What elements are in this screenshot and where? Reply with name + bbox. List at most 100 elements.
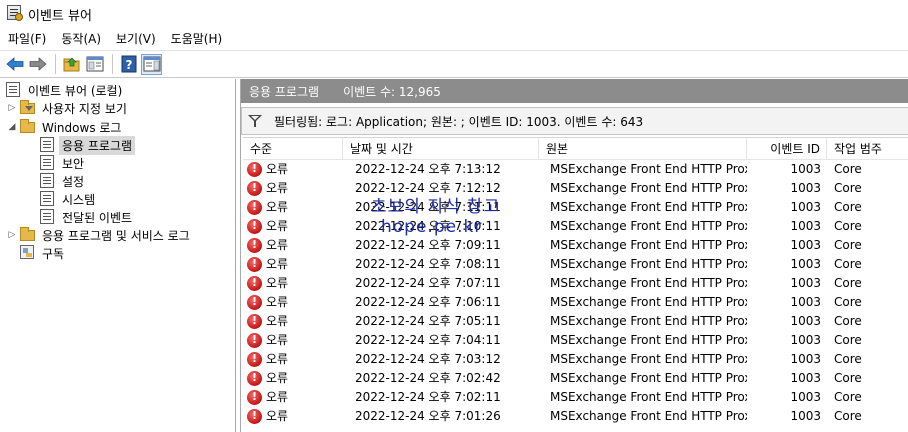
table-row[interactable]: 오류 2022-12-24 오후 7:08:11 MSExchange Front … xyxy=(243,255,908,274)
cell-level: 오류 xyxy=(266,390,289,404)
cell-level: 오류 xyxy=(266,181,289,195)
error-icon xyxy=(247,217,262,234)
cell-task-category: Core xyxy=(834,390,862,404)
chevron-down-icon[interactable]: ◢ xyxy=(6,122,18,132)
error-icon xyxy=(247,331,262,348)
tree-item-application[interactable]: 응용 프로그램 xyxy=(38,135,136,155)
cell-level: 오류 xyxy=(266,276,289,290)
table-row[interactable]: 오류 2022-12-24 오후 7:07:11 MSExchange Front … xyxy=(243,274,908,293)
column-header-datetime[interactable]: 날짜 및 시간 xyxy=(343,138,539,160)
back-button[interactable] xyxy=(4,54,25,75)
column-header-level[interactable]: 수준 xyxy=(243,138,343,160)
table-row[interactable]: 오류 2022-12-24 오후 7:02:42 MSExchange Front … xyxy=(243,369,908,388)
column-header-task-category[interactable]: 작업 범주 xyxy=(827,138,908,160)
watermark-text: 초보의 지식 창고 xyxy=(371,197,501,217)
cell-datetime: 2022-12-24 오후 7:09:11 xyxy=(355,238,501,252)
cell-event-id: 1003 xyxy=(790,238,821,252)
error-icon xyxy=(247,369,262,386)
show-hide-pane-icon xyxy=(143,56,160,72)
cell-level: 오류 xyxy=(266,162,289,176)
cell-task-category: Core xyxy=(834,333,862,347)
table-row[interactable]: 오류 2022-12-24 오후 7:03:12 MSExchange Front … xyxy=(243,350,908,369)
menu-file[interactable]: 파일(F) xyxy=(0,30,53,47)
cell-source: MSExchange Front End HTTP Proxy xyxy=(550,409,747,423)
cell-event-id: 1003 xyxy=(790,371,821,385)
title-bar: 이벤트 뷰어 xyxy=(0,0,908,26)
svg-text:?: ? xyxy=(125,58,132,72)
event-viewer-app-icon xyxy=(7,5,23,21)
cell-datetime: 2022-12-24 오후 7:13:12 xyxy=(355,162,501,176)
cell-source: MSExchange Front End HTTP Proxy xyxy=(550,238,747,252)
event-viewer-icon xyxy=(6,82,22,98)
table-row[interactable]: 오류 2022-12-24 오후 7:01:26 MSExchange Front … xyxy=(243,407,908,426)
table-row[interactable]: 오류 2022-12-24 오후 7:04:11 MSExchange Front … xyxy=(243,331,908,350)
tree-item-label: 이벤트 뷰어 (로컬) xyxy=(28,83,123,98)
tree-item-label: 시스템 xyxy=(62,192,96,207)
cell-task-category: Core xyxy=(834,257,862,271)
table-row[interactable]: 오류2022-12-24 오후 7:11:11MSExchange Front … xyxy=(243,198,908,217)
tree-item-label: 응용 프로그램 및 서비스 로그 xyxy=(42,228,190,243)
column-header-event-id[interactable]: 이벤트 ID xyxy=(747,138,827,160)
cell-event-id: 1003 xyxy=(790,162,821,176)
tree-item-security[interactable]: 보안 xyxy=(38,154,87,172)
tree-item-forwarded-events[interactable]: 전달된 이벤트 xyxy=(38,208,135,226)
table-row[interactable]: 오류2022-12-24 오후 7:10:11MSExchange Front … xyxy=(243,217,908,236)
table-row[interactable]: 오류 2022-12-24 오후 7:13:12 MSExchange Front … xyxy=(243,160,908,179)
tree-item-custom-views[interactable]: ▷ 사용자 지정 보기 xyxy=(6,99,130,117)
cell-level: 오류 xyxy=(266,219,289,233)
cell-task-category: Core xyxy=(834,181,862,195)
cell-datetime: 2022-12-24 오후 7:03:12 xyxy=(355,352,501,366)
back-icon xyxy=(5,57,23,71)
menu-action[interactable]: 동작(A) xyxy=(53,30,108,47)
error-icon xyxy=(247,388,262,405)
error-icon xyxy=(247,350,262,367)
table-row[interactable]: 오류 2022-12-24 오후 7:02:11 MSExchange Front … xyxy=(243,388,908,407)
column-header-source[interactable]: 원본 xyxy=(539,138,747,160)
tree-item-label: 보안 xyxy=(62,156,85,171)
cell-source: MSExchange Front End HTTP Proxy xyxy=(550,371,747,385)
menu-help[interactable]: 도움말(H) xyxy=(163,30,230,47)
table-row[interactable]: 오류 2022-12-24 오후 7:05:11 MSExchange Front … xyxy=(243,312,908,331)
up-folder-button[interactable] xyxy=(61,54,82,75)
folder-up-icon xyxy=(63,57,79,72)
table-row[interactable]: 오류 2022-12-24 오후 7:06:11 MSExchange Front … xyxy=(243,293,908,312)
cell-source: MSExchange Front End HTTP Proxy xyxy=(550,200,747,214)
navigation-tree: 이벤트 뷰어 (로컬) ▷ 사용자 지정 보기 ◢ Windows 로그 응용 … xyxy=(0,79,236,432)
pane-header: 응용 프로그램 이벤트 수: 12,965 xyxy=(241,79,908,103)
tree-item-setup[interactable]: 설정 xyxy=(38,172,87,190)
cell-datetime: 2022-12-24 오후 7:01:26 xyxy=(355,409,501,423)
forward-icon xyxy=(29,57,47,71)
toolbar: ? xyxy=(0,50,908,78)
tree-item-root[interactable]: 이벤트 뷰어 (로컬) xyxy=(4,81,125,99)
table-row[interactable]: 오류 2022-12-24 오후 7:09:11 MSExchange Front … xyxy=(243,236,908,255)
forward-button[interactable] xyxy=(27,54,48,75)
folder-icon xyxy=(20,227,36,243)
properties-button[interactable] xyxy=(84,54,105,75)
error-icon xyxy=(247,198,262,215)
watermark-url: hope.pe.kr xyxy=(381,217,483,237)
subscription-icon xyxy=(20,245,36,261)
cell-level: 오류 xyxy=(266,257,289,271)
show-hide-pane-button[interactable] xyxy=(141,53,162,75)
cell-event-id: 1003 xyxy=(790,257,821,271)
menu-bar: 파일(F) 동작(A) 보기(V) 도움말(H) xyxy=(0,26,908,50)
cell-source: MSExchange Front End HTTP Proxy xyxy=(550,181,747,195)
table-row[interactable]: 오류2022-12-24 오후 7:12:12MSExchange Front … xyxy=(243,179,908,198)
tree-item-system[interactable]: 시스템 xyxy=(38,190,98,208)
chevron-right-icon[interactable]: ▷ xyxy=(6,230,18,240)
cell-task-category: Core xyxy=(834,238,862,252)
chevron-right-icon[interactable]: ▷ xyxy=(6,103,18,113)
tree-item-subscriptions[interactable]: 구독 xyxy=(18,244,67,262)
cell-source: MSExchange Front End HTTP Proxy xyxy=(550,333,747,347)
tree-item-windows-logs[interactable]: ◢ Windows 로그 xyxy=(6,118,124,136)
cell-task-category: Core xyxy=(834,352,862,366)
error-icon xyxy=(247,236,262,253)
tree-item-label: 구독 xyxy=(42,246,65,261)
menu-view[interactable]: 보기(V) xyxy=(108,30,163,47)
tree-item-apps-services-logs[interactable]: ▷ 응용 프로그램 및 서비스 로그 xyxy=(6,226,193,244)
error-icon xyxy=(247,312,262,329)
properties-icon xyxy=(86,56,103,72)
help-button[interactable]: ? xyxy=(118,54,139,75)
error-icon xyxy=(247,407,262,424)
cell-event-id: 1003 xyxy=(790,295,821,309)
